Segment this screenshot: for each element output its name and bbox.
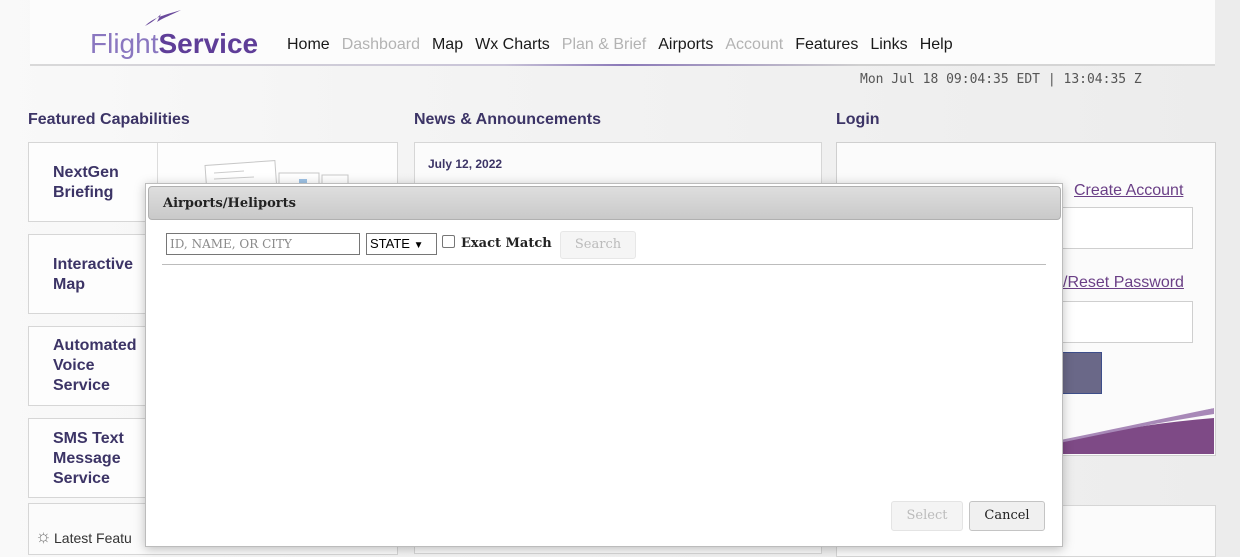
latest-features-label: Latest Featu [54, 530, 132, 546]
nav-account: Account [725, 36, 784, 53]
reset-password-link[interactable]: /Reset Password [1063, 274, 1184, 292]
dialog-divider [162, 264, 1046, 265]
featured-capabilities-heading: Featured Capabilities [28, 111, 190, 128]
password-field[interactable] [1061, 301, 1193, 343]
bird-logo-icon [145, 10, 181, 26]
dialog-title: Airports/Heliports [163, 196, 296, 211]
logo-text-flight: Flight [90, 28, 159, 59]
login-heading: Login [836, 111, 880, 128]
card-label: NextGen Briefing [53, 164, 119, 201]
news-heading: News & Announcements [414, 111, 601, 128]
nav-features[interactable]: Features [795, 36, 858, 54]
nav-map[interactable]: Map [432, 36, 463, 54]
nav-links[interactable]: Links [870, 36, 907, 54]
chevron-down-icon: ▼ [413, 240, 424, 251]
nav-home[interactable]: Home [287, 36, 330, 54]
nav-wx-charts[interactable]: Wx Charts [475, 36, 550, 54]
exact-match-checkbox[interactable] [442, 235, 455, 248]
cancel-button[interactable]: Cancel [969, 501, 1045, 531]
nav-dashboard: Dashboard [341, 36, 420, 53]
sun-icon: ☼ [35, 526, 52, 546]
nav-airports[interactable]: Airports [658, 36, 713, 54]
exact-match-label[interactable]: Exact Match [461, 236, 552, 251]
news-date: July 12, 2022 [428, 157, 503, 171]
logo-text-service: Service [158, 28, 259, 59]
header-divider [30, 64, 1215, 66]
username-field[interactable] [1061, 207, 1193, 249]
nav-help[interactable]: Help [920, 36, 953, 54]
clock-readout: Mon Jul 18 09:04:35 EDT | 13:04:35 Z [860, 72, 1142, 87]
state-select-value: STATE [370, 236, 410, 251]
state-select[interactable]: STATE ▼ [366, 233, 437, 255]
nav-plan-brief: Plan & Brief [561, 36, 647, 53]
main-nav: Home Dashboard Map Wx Charts Plan & Brie… [287, 36, 965, 54]
card-label: SMS Text Message Service [53, 430, 124, 487]
card-label: Automated Voice Service [53, 337, 137, 394]
create-account-link[interactable]: Create Account [1074, 182, 1183, 200]
card-label: Interactive Map [53, 256, 134, 293]
flightservice-logo[interactable]: FlightService [90, 27, 258, 61]
airport-search-input[interactable] [166, 233, 360, 255]
select-button[interactable]: Select [891, 501, 963, 531]
search-button[interactable]: Search [560, 231, 636, 259]
